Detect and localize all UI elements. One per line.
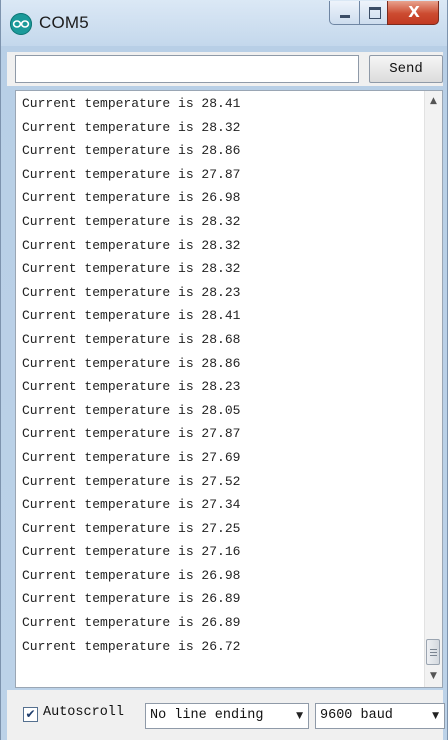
serial-output-line: Current temperature is 28.41 [22,96,241,111]
window-title: COM5 [39,13,89,32]
serial-output-line: Current temperature is 26.89 [22,591,241,607]
baud-rate-value: 9600 baud [320,708,393,723]
serial-output-line: Current temperature is 28.32 [22,237,241,253]
vertical-scrollbar[interactable]: ▲ ▼ [424,91,442,687]
serial-output-line: Current temperature is 27.69 [22,449,241,465]
chevron-down-icon: ▼ [432,711,439,721]
line-ending-value: No line ending [150,708,264,723]
serial-output-line: Current temperature is 27.87 [22,166,241,182]
serial-output-area[interactable]: Current temperature is 28.41 Current temp… [15,90,443,688]
scrollbar-thumb[interactable] [426,639,440,665]
serial-output-line: Current temperature is 27.52 [22,473,241,489]
send-button[interactable]: Send [369,55,443,83]
serial-output-line: Current temperature is 27.16 [22,544,241,560]
autoscroll-label[interactable]: Autoscroll [43,705,124,720]
serial-output-line: Current temperature is 27.25 [22,520,241,536]
thumb-grip-line [430,652,437,653]
serial-output-line: Current temperature is 28.32 [22,261,241,277]
scroll-down-arrow-icon[interactable]: ▼ [425,668,442,685]
serial-output-line: Current temperature is 28.23 [22,379,241,395]
thumb-grip-line [430,655,437,656]
serial-output-line: Current temperature is 28.32 [22,213,241,229]
serial-output-line: Current temperature is 27.87 [22,426,241,442]
serial-output-lines: Current temperature is 28.41 Current temp… [22,92,422,658]
minimize-button[interactable] [329,1,360,25]
serial-output-line: Current temperature is 26.89 [22,615,241,631]
thumb-grip-line [430,649,437,650]
serial-monitor-window: COM5 X Send Current temperature is 28.41… [0,0,448,740]
serial-output-line: Current temperature is 26.98 [22,190,241,206]
title-bar[interactable]: COM5 X [1,0,447,46]
serial-send-input[interactable] [15,55,359,83]
close-icon: X [408,3,420,21]
chevron-down-icon: ▼ [296,711,303,721]
serial-output-line: Current temperature is 28.86 [22,355,241,371]
autoscroll-checkbox[interactable]: ✔ [23,707,38,722]
serial-output-line: Current temperature is 28.32 [22,119,241,135]
serial-output-line: Current temperature is 28.68 [22,331,241,347]
check-icon: ✔ [25,707,36,721]
maximize-button[interactable] [359,1,388,25]
scroll-up-arrow-icon[interactable]: ▲ [425,93,442,110]
serial-output-line: Current temperature is 28.86 [22,143,241,159]
serial-output-line: Current temperature is 27.34 [22,497,241,513]
serial-output-line: Current temperature is 28.05 [22,402,241,418]
serial-output-line: Current temperature is 28.41 [22,308,241,324]
minimize-icon [340,15,350,18]
close-button[interactable]: X [387,1,439,25]
maximize-icon [369,7,381,19]
line-ending-select[interactable]: No line ending ▼ [145,703,309,729]
arduino-icon [10,13,32,35]
serial-output-line: Current temperature is 26.98 [22,567,241,583]
baud-rate-select[interactable]: 9600 baud ▼ [315,703,445,729]
serial-output-line: Current temperature is 26.72 [22,638,241,654]
serial-output-line: Current temperature is 28.23 [22,284,241,300]
